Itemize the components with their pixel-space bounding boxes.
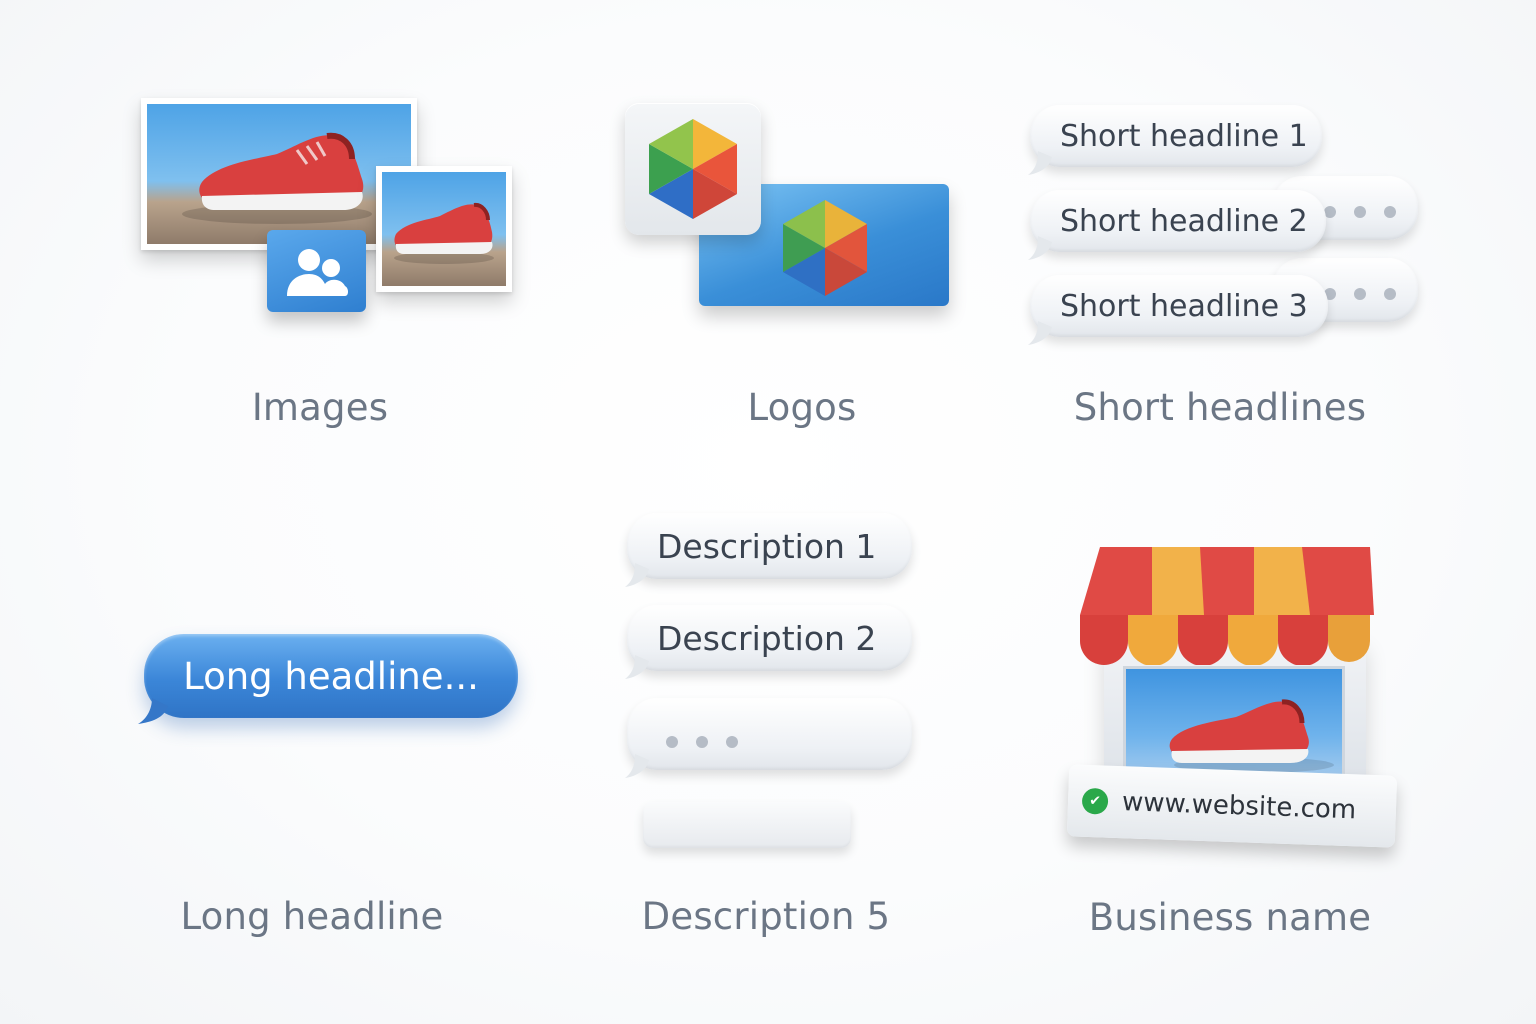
shoe-icon [394, 202, 494, 264]
caption-business-name: Business name [1088, 896, 1372, 939]
image-placeholder-icon [287, 249, 348, 296]
short-headline-text: Short headline 3 [1060, 288, 1308, 324]
description-typing-bubble [625, 698, 912, 778]
description-text: Description 2 [657, 618, 877, 658]
description-bubble-2: Description 2 [625, 605, 912, 679]
short-headline-text: Short headline 2 [1060, 203, 1308, 239]
hexagon-cube-logo-icon [649, 119, 737, 219]
short-headline-bubble-1: Short headline 1 [1028, 105, 1322, 175]
caption-long-headline: Long headline [180, 895, 444, 938]
logo-square-preview [625, 103, 761, 235]
store-url: www.website.com [1121, 787, 1357, 826]
short-headline-text: Short headline 1 [1060, 118, 1308, 154]
description-text: Description 1 [657, 526, 877, 566]
caption-short-headlines: Short headlines [1073, 386, 1367, 429]
long-headline-bubble: Long headline... [138, 634, 518, 724]
image-placeholder-tile [267, 230, 366, 312]
caption-images: Images [251, 386, 389, 429]
long-headline-text: Long headline... [183, 654, 479, 698]
store-sign: ✔ www.website.com [1066, 764, 1398, 848]
description-bubble-1: Description 1 [625, 513, 912, 587]
shoe-icon [1169, 699, 1334, 773]
awning-icon [1080, 547, 1374, 665]
caption-logos: Logos [747, 386, 857, 429]
short-headline-bubble-3: Short headline 3 [1028, 275, 1328, 345]
store-window [1123, 666, 1345, 784]
checkmark-badge-icon: ✔ [1081, 787, 1109, 815]
shoe-icon [182, 132, 372, 224]
short-headline-bubble-2: Short headline 2 [1028, 190, 1326, 260]
square-image-preview [376, 166, 512, 292]
description-empty-field [643, 802, 851, 848]
caption-description5: Description 5 [641, 895, 891, 938]
